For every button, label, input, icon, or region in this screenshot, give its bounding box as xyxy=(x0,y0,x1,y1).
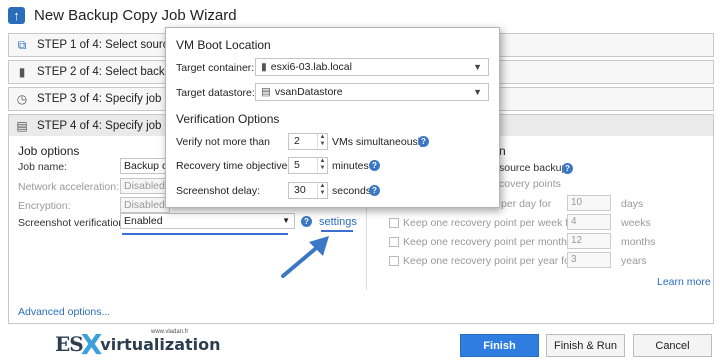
help-icon[interactable]: ? xyxy=(301,216,312,227)
esxvirtualization-logo: ES X virtualization www.vladan.fr xyxy=(55,328,221,361)
retention-heading: n xyxy=(499,144,506,158)
wizard-arrow-icon: ↑ xyxy=(8,6,25,24)
rto-unit: minutes xyxy=(332,160,369,172)
retention-week-spinner[interactable]: 4 xyxy=(567,214,611,230)
options-icon: ▤ xyxy=(16,119,28,133)
year-checkbox[interactable] xyxy=(389,256,399,266)
verify-limit-value: 2 xyxy=(294,135,300,147)
chevron-down-icon: ▼ xyxy=(473,87,482,97)
settings-link[interactable]: settings xyxy=(319,216,357,228)
screenshot-settings-popup: VM Boot Location Target container: ▮ esxi… xyxy=(165,27,500,208)
week-checkbox[interactable] xyxy=(389,218,399,228)
screenshot-verification-value: Enabled xyxy=(124,215,163,227)
encryption-select[interactable]: Disabled xyxy=(120,197,170,213)
logo-url: www.vladan.fr xyxy=(151,329,189,335)
finish-and-run-button[interactable]: Finish & Run xyxy=(546,334,625,357)
job-name-input[interactable]: Backup co xyxy=(120,158,170,174)
datastore-icon: ▤ xyxy=(261,86,271,98)
retention-month-label: Keep one recovery point per month for xyxy=(403,236,583,248)
retention-month-spinner[interactable]: 12 xyxy=(567,233,611,249)
clock-icon: ◷ xyxy=(16,92,28,106)
vm-boot-location-heading: VM Boot Location xyxy=(176,38,271,52)
finish-button[interactable]: Finish xyxy=(460,334,539,357)
target-container-select[interactable]: ▮ esxi6-03.lab.local ▼ xyxy=(255,58,489,76)
cancel-button[interactable]: Cancel xyxy=(633,334,712,357)
retention-day-label: per day for xyxy=(501,198,552,210)
screenshot-verification-label: Screenshot verification: xyxy=(18,217,128,229)
screenshot-delay-label: Screenshot delay: xyxy=(176,185,261,197)
job-options-heading: Job options xyxy=(18,144,80,158)
title-bar: ↑ New Backup Copy Job Wizard xyxy=(0,0,720,30)
retention-day-spinner[interactable]: 10 xyxy=(567,195,611,211)
screenshot-delay-unit: seconds xyxy=(332,185,372,197)
chevron-down-icon: ▼ xyxy=(282,216,290,225)
help-icon[interactable]: ? xyxy=(562,163,573,174)
chevron-down-icon: ▼ xyxy=(473,62,482,72)
spinner-arrows-icon[interactable]: ▲ ▼ xyxy=(317,183,327,198)
host-icon: ▮ xyxy=(261,61,267,73)
screenshot-delay-value: 30 xyxy=(294,184,306,196)
target-container-label: Target container: xyxy=(176,62,255,74)
copy-icon: ⧉ xyxy=(17,37,27,52)
verify-limit-label: Verify not more than xyxy=(176,136,270,148)
step-4-label: STEP 4 of 4: Specify job o xyxy=(37,120,172,132)
step-3-label: STEP 3 of 4: Specify job se xyxy=(37,93,177,105)
verify-limit-spinner[interactable]: 2 ▲ ▼ xyxy=(288,133,328,150)
help-icon[interactable]: ? xyxy=(369,160,380,171)
target-datastore-value: vsanDatastore xyxy=(274,86,343,98)
verify-limit-unit: VMs simultaneously xyxy=(332,136,426,148)
server-icon: ▮ xyxy=(18,65,26,79)
retention-year-label: Keep one recovery point per year for xyxy=(403,255,574,267)
target-datastore-select[interactable]: ▤ vsanDatastore ▼ xyxy=(255,83,489,101)
rto-value: 5 xyxy=(294,159,300,171)
target-datastore-label: Target datastore: xyxy=(176,87,255,99)
target-container-value: esxi6-03.lab.local xyxy=(270,61,352,73)
encryption-label: Encryption: xyxy=(18,200,71,212)
screenshot-delay-spinner[interactable]: 30 ▲ ▼ xyxy=(288,182,328,199)
logo-virtualization: virtualization xyxy=(100,334,221,354)
pointer-arrow-icon xyxy=(281,236,329,278)
retention-year-spinner[interactable]: 3 xyxy=(567,252,611,268)
rto-spinner[interactable]: 5 ▲ ▼ xyxy=(288,157,328,174)
help-icon[interactable]: ? xyxy=(369,185,380,196)
learn-more-link[interactable]: Learn more xyxy=(657,276,711,288)
retention-year-unit: years xyxy=(621,255,647,267)
source-backup-label: source backup xyxy=(499,162,568,174)
retention-week-unit: weeks xyxy=(621,217,651,229)
help-icon[interactable]: ? xyxy=(418,136,429,147)
network-acceleration-label: Network acceleration: xyxy=(18,181,119,193)
logo-es: ES xyxy=(55,332,84,356)
window-title: New Backup Copy Job Wizard xyxy=(34,6,237,24)
retention-week-label: Keep one recovery point per week for xyxy=(403,217,578,229)
screenshot-verification-select[interactable]: Enabled ▼ xyxy=(120,213,295,229)
spinner-arrows-icon[interactable]: ▲ ▼ xyxy=(317,158,327,173)
job-name-label: Job name: xyxy=(18,161,68,173)
logo-x: X xyxy=(80,327,103,361)
advanced-options-link[interactable]: Advanced options... xyxy=(18,306,110,318)
step-2-label: STEP 2 of 4: Select backup xyxy=(37,66,178,78)
spinner-arrows-icon[interactable]: ▲ ▼ xyxy=(317,134,327,149)
step-1-label: STEP 1 of 4: Select source xyxy=(37,39,175,51)
retention-month-unit: months xyxy=(621,236,656,248)
retention-day-unit: days xyxy=(621,198,644,210)
screenshot-underline xyxy=(122,233,288,235)
month-checkbox[interactable] xyxy=(389,237,399,247)
recovery-points-label: covery points xyxy=(499,178,561,190)
rto-label: Recovery time objective: xyxy=(176,160,291,172)
verification-options-heading: Verification Options xyxy=(176,112,280,126)
network-acceleration-select[interactable]: Disabled xyxy=(120,178,170,194)
